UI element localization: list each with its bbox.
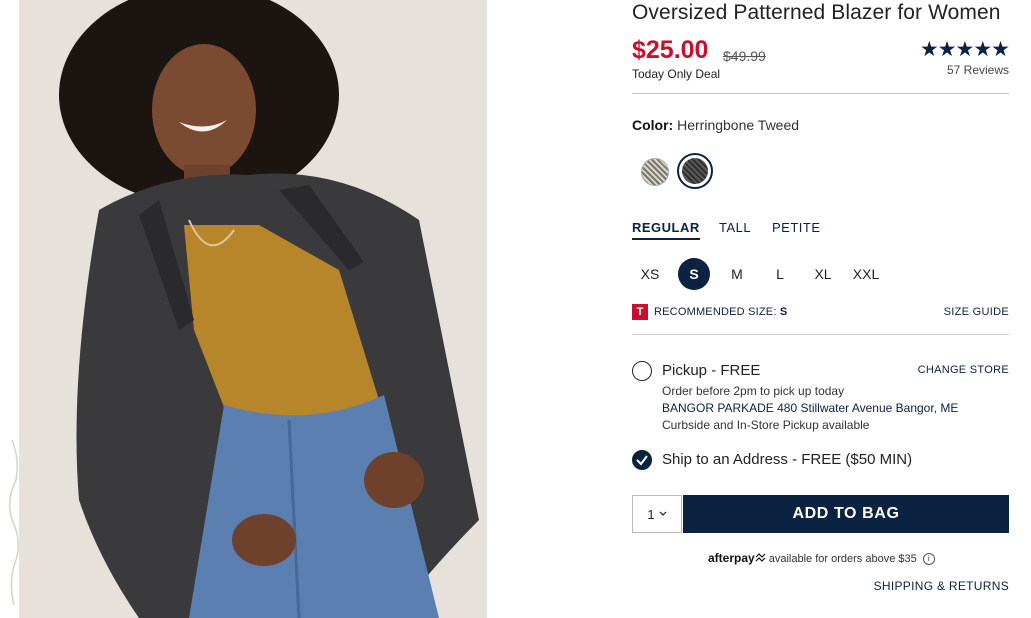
fit-petite-tab[interactable]: PETITE xyxy=(772,220,821,235)
plaid-swatch[interactable] xyxy=(641,158,669,186)
store-link[interactable]: BANGOR PARKADE 480 Stillwater Avenue Ban… xyxy=(662,401,958,415)
check-icon xyxy=(635,454,648,466)
size-option[interactable]: M xyxy=(721,258,753,290)
size-guide-link[interactable]: SIZE GUIDE xyxy=(944,306,1009,318)
shipping-returns-link[interactable]: SHIPPING & RETURNS xyxy=(874,579,1009,593)
quantity-select[interactable]: 1 xyxy=(632,495,682,533)
pickup-radio[interactable] xyxy=(632,361,652,381)
recommended-size[interactable]: RECOMMENDED SIZE: S xyxy=(654,306,787,318)
change-store-link[interactable]: CHANGE STORE xyxy=(918,364,1009,376)
pickup-note: Order before 2pm to pick up today xyxy=(662,384,845,398)
fit-regular-tab[interactable]: REGULAR xyxy=(632,220,700,240)
size-option[interactable]: XXL xyxy=(850,258,882,290)
size-option[interactable]: XL xyxy=(807,258,839,290)
recommended-size-label: RECOMMENDED SIZE: xyxy=(654,306,777,318)
original-price: $49.99 xyxy=(723,48,766,64)
info-icon[interactable]: i xyxy=(922,553,935,566)
fit-tall-tab[interactable]: TALL xyxy=(719,220,751,235)
size-option[interactable]: L xyxy=(764,258,796,290)
add-to-bag-button[interactable]: ADD TO BAG xyxy=(683,495,1009,533)
model-illustration xyxy=(19,0,487,618)
afterpay-logo: afterpay xyxy=(708,551,755,565)
size-option-selected[interactable]: S xyxy=(678,258,710,290)
rating-stars-icon[interactable]: ★★★★★ xyxy=(920,37,1010,62)
afterpay-arrows-icon xyxy=(755,553,766,562)
pickup-label: Pickup - FREE xyxy=(662,362,761,379)
herringbone-swatch[interactable] xyxy=(677,153,713,189)
recommended-size-value: S xyxy=(779,306,788,318)
true-fit-icon: T xyxy=(632,304,648,320)
pickup-availability: Curbside and In-Store Pickup available xyxy=(662,418,870,432)
quantity-value: 1 xyxy=(647,506,655,522)
divider xyxy=(632,334,1009,335)
herringbone-swatch-fill xyxy=(682,158,708,184)
ship-radio[interactable] xyxy=(632,450,652,470)
deal-label: Today Only Deal xyxy=(632,67,721,81)
color-label: Color: Herringbone Tweed xyxy=(632,117,799,133)
afterpay-text: available for orders above $35 xyxy=(768,553,917,565)
product-details-panel: Oversized Patterned Blazer for Women $25… xyxy=(632,0,1010,618)
watermark-signature xyxy=(9,439,19,606)
divider xyxy=(632,93,1009,94)
afterpay-info: afterpay available for orders above $35 … xyxy=(708,551,935,566)
product-image[interactable] xyxy=(19,0,487,618)
reviews-link[interactable]: 57 Reviews xyxy=(947,63,1009,77)
product-title: Oversized Patterned Blazer for Women xyxy=(632,1,1001,24)
color-label-key: Color: xyxy=(632,117,674,133)
size-option[interactable]: XS xyxy=(634,258,666,290)
color-value: Herringbone Tweed xyxy=(677,117,800,133)
chevron-down-icon xyxy=(659,511,667,516)
sale-price: $25.00 xyxy=(632,36,709,64)
ship-label: Ship to an Address - FREE ($50 MIN) xyxy=(662,451,913,468)
